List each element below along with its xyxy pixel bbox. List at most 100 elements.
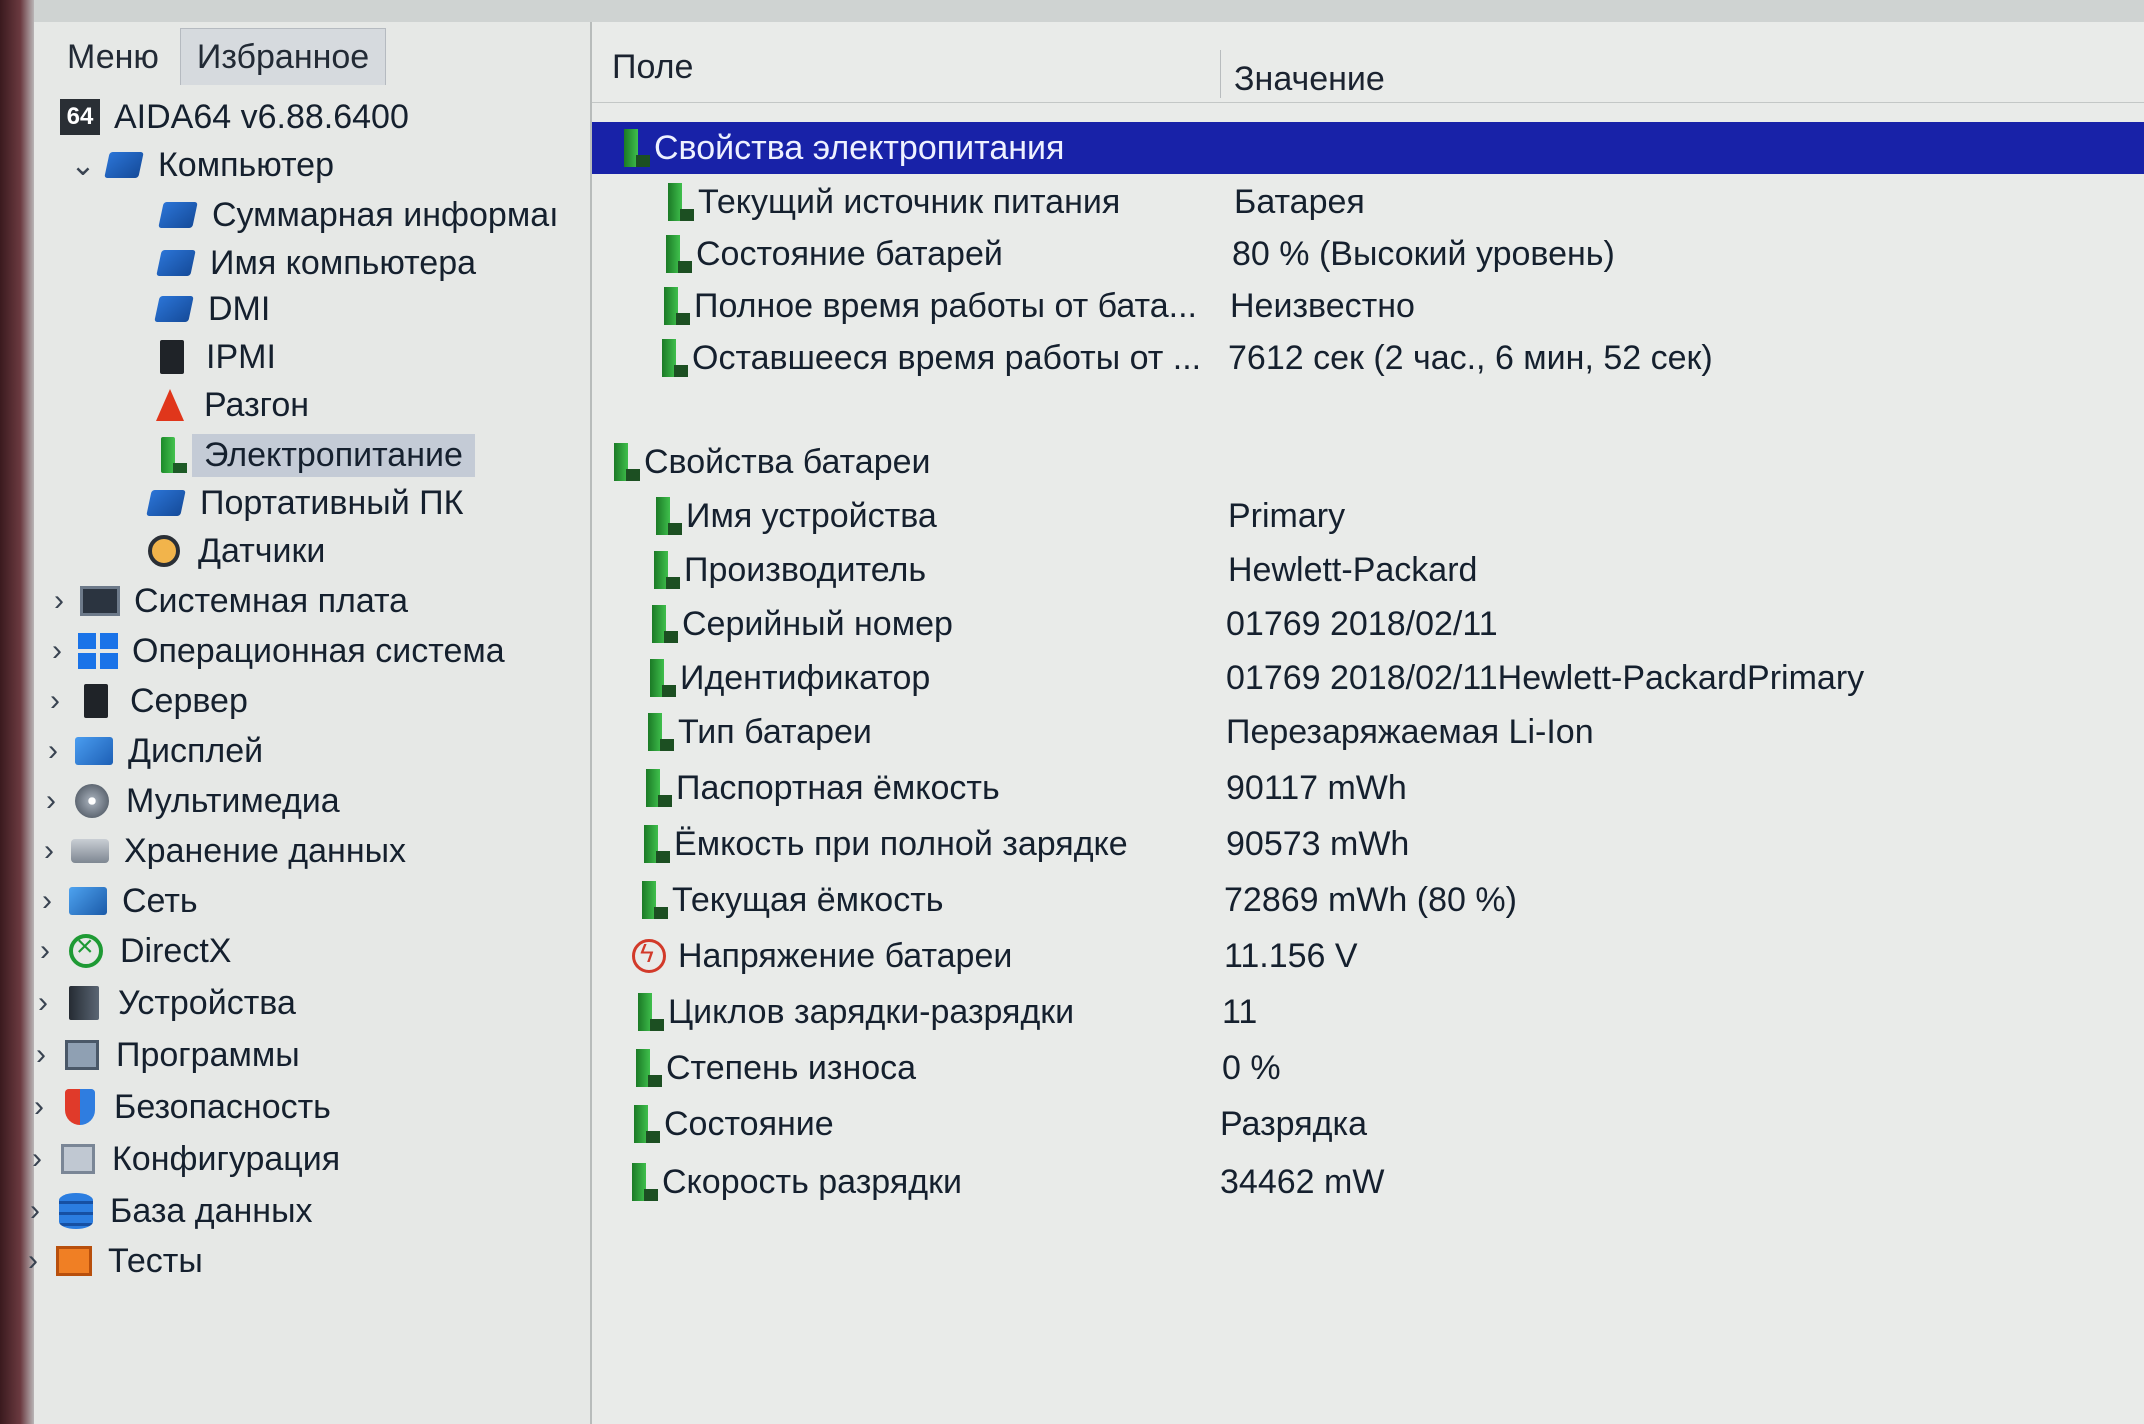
field-label: Состояние батарей [696, 234, 1003, 273]
column-divider[interactable] [1220, 50, 1221, 98]
field-label: Степень износа [666, 1048, 917, 1087]
chevron-right-icon[interactable]: › [40, 684, 70, 718]
table-row[interactable]: Ёмкость при полной зарядке 90573 mWh [592, 818, 2144, 870]
field-label: Идентификатор [680, 658, 931, 697]
chevron-down-icon[interactable]: ⌄ [68, 148, 98, 183]
chevron-right-icon[interactable]: › [32, 884, 62, 918]
table-row[interactable]: Серийный номер 01769 2018/02/11 [592, 598, 2144, 650]
computer-icon [156, 243, 196, 283]
field-value: 11.156 V [1224, 936, 1358, 975]
window-top-strip [0, 0, 2144, 23]
table-row[interactable]: Текущая ёмкость 72869 mWh (80 %) [592, 874, 2144, 926]
table-row[interactable]: Оставшееся время работы от ... 7612 сек … [592, 332, 2144, 384]
field-value: 01769 2018/02/11 [1226, 604, 1498, 643]
table-row[interactable]: Полное время работы от бата... Неизвестн… [592, 280, 2144, 332]
table-row[interactable]: Состояние Разрядка [592, 1098, 2144, 1150]
chevron-right-icon[interactable]: › [20, 1194, 50, 1228]
navigation-panel: Меню Избранное 64 AIDA64 v6.88.6400 ⌄ Ко… [28, 22, 592, 1424]
battery-icon [662, 182, 694, 222]
tree-item-computer[interactable]: ⌄ Компьютер [68, 140, 334, 190]
devices-icon [64, 983, 104, 1023]
field-label: Текущая ёмкость [672, 880, 944, 919]
tree-item-sensors[interactable]: Датчики [144, 526, 325, 576]
chevron-right-icon[interactable]: › [30, 934, 60, 968]
tree-item-summary[interactable]: Суммарная информаı [158, 190, 559, 240]
tree-item-server[interactable]: › Сервер [40, 676, 248, 726]
tree-item-config[interactable]: › Конфигурация [22, 1134, 340, 1184]
tree-item-label: Сеть [122, 881, 198, 920]
speaker-icon [72, 781, 112, 821]
battery-icon [628, 1104, 660, 1144]
battery-icon [646, 604, 678, 644]
chevron-right-icon[interactable]: › [28, 986, 58, 1020]
tree-root[interactable]: 64 AIDA64 v6.88.6400 [60, 92, 409, 142]
battery-icon [626, 1162, 658, 1202]
field-value: 90117 mWh [1226, 768, 1407, 807]
battery-icon [648, 550, 680, 590]
chevron-right-icon[interactable]: › [22, 1142, 52, 1176]
tree-item-network[interactable]: › Сеть [32, 876, 198, 926]
aida64-logo-icon: 64 [60, 97, 100, 137]
table-row[interactable]: Идентификатор 01769 2018/02/11Hewlett-Pa… [592, 652, 2144, 704]
field-value: Разрядка [1220, 1104, 1367, 1143]
chevron-right-icon[interactable]: › [36, 784, 66, 818]
tree-item-storage[interactable]: › Хранение данных [34, 826, 406, 876]
table-row[interactable]: Текущий источник питания Батарея [592, 176, 2144, 228]
field-label: Полное время работы от бата... [694, 286, 1197, 325]
field-label: Скорость разрядки [662, 1162, 962, 1201]
group-row-battery[interactable]: Свойства батареи [592, 436, 2144, 488]
column-header-value[interactable]: Значение [1234, 60, 1385, 99]
table-row[interactable]: Паспортная ёмкость 90117 mWh [592, 762, 2144, 814]
benchmark-icon [54, 1241, 94, 1281]
laptop-icon [146, 483, 186, 523]
computer-icon [154, 289, 194, 329]
tree-item-portable[interactable]: Портативный ПК [146, 478, 463, 528]
field-label: Текущий источник питания [698, 182, 1121, 221]
chevron-right-icon[interactable]: › [18, 1244, 48, 1278]
tree-item-overclock[interactable]: Разгон [150, 380, 309, 430]
chevron-right-icon[interactable]: › [38, 734, 68, 768]
table-row[interactable]: Тип батареи Перезаряжаемая Li-Ion [592, 706, 2144, 758]
aida64-badge: 64 [60, 99, 100, 135]
tab-menu[interactable]: Меню [50, 28, 176, 86]
battery-icon [642, 712, 674, 752]
tree-item-database[interactable]: › База данных [20, 1186, 313, 1236]
column-header-field[interactable]: Поле [612, 48, 693, 87]
table-row[interactable]: Циклов зарядки-разрядки 11 [592, 986, 2144, 1038]
tree-item-multimedia[interactable]: › Мультимедиа [36, 776, 340, 826]
tree-item-security[interactable]: › Безопасность [24, 1082, 331, 1132]
tree-item-directx[interactable]: › DirectX [30, 926, 231, 976]
tree-item-computer-name[interactable]: Имя компьютера [156, 238, 476, 288]
tree-item-tests[interactable]: › Тесты [18, 1236, 203, 1286]
group-row-power[interactable]: Свойства электропитания [592, 122, 2144, 174]
tree-item-dmi[interactable]: DMI [154, 284, 270, 334]
chevron-right-icon[interactable]: › [44, 584, 74, 618]
field-value: 72869 mWh (80 %) [1224, 880, 1517, 919]
group-title: Свойства батареи [644, 442, 931, 481]
chevron-right-icon[interactable]: › [42, 634, 72, 668]
table-row[interactable]: Имя устройства Primary [592, 490, 2144, 542]
table-row[interactable]: Состояние батарей 80 % (Высокий уровень) [592, 228, 2144, 280]
tree-item-label: Устройства [118, 983, 296, 1022]
table-row[interactable]: Производитель Hewlett-Packard [592, 544, 2144, 596]
tree-item-ipmi[interactable]: IPMI [152, 332, 276, 382]
tab-favorites[interactable]: Избранное [179, 28, 387, 85]
computer-icon [104, 145, 144, 185]
tree-item-label: Мультимедиа [126, 781, 340, 820]
table-row[interactable]: Степень износа 0 % [592, 1042, 2144, 1094]
field-label: Паспортная ёмкость [676, 768, 1000, 807]
table-row[interactable]: Напряжение батареи 11.156 V [592, 930, 2144, 982]
tree-item-power[interactable]: Электропитание [148, 430, 475, 480]
tree-item-devices[interactable]: › Устройства [28, 978, 296, 1028]
tree-item-motherboard[interactable]: › Системная плата [44, 576, 408, 626]
tree-item-display[interactable]: › Дисплей [38, 726, 263, 776]
tree-item-programs[interactable]: › Программы [26, 1030, 300, 1080]
chevron-right-icon[interactable]: › [24, 1090, 54, 1124]
tree-item-os[interactable]: › Операционная система [42, 626, 505, 676]
field-value: 34462 mW [1220, 1162, 1385, 1201]
field-value: Hewlett-Packard [1228, 550, 1478, 589]
chevron-right-icon[interactable]: › [26, 1038, 56, 1072]
tree-item-label: DirectX [120, 931, 232, 970]
table-row[interactable]: Скорость разрядки 34462 mW [592, 1156, 2144, 1208]
chevron-right-icon[interactable]: › [34, 834, 64, 868]
